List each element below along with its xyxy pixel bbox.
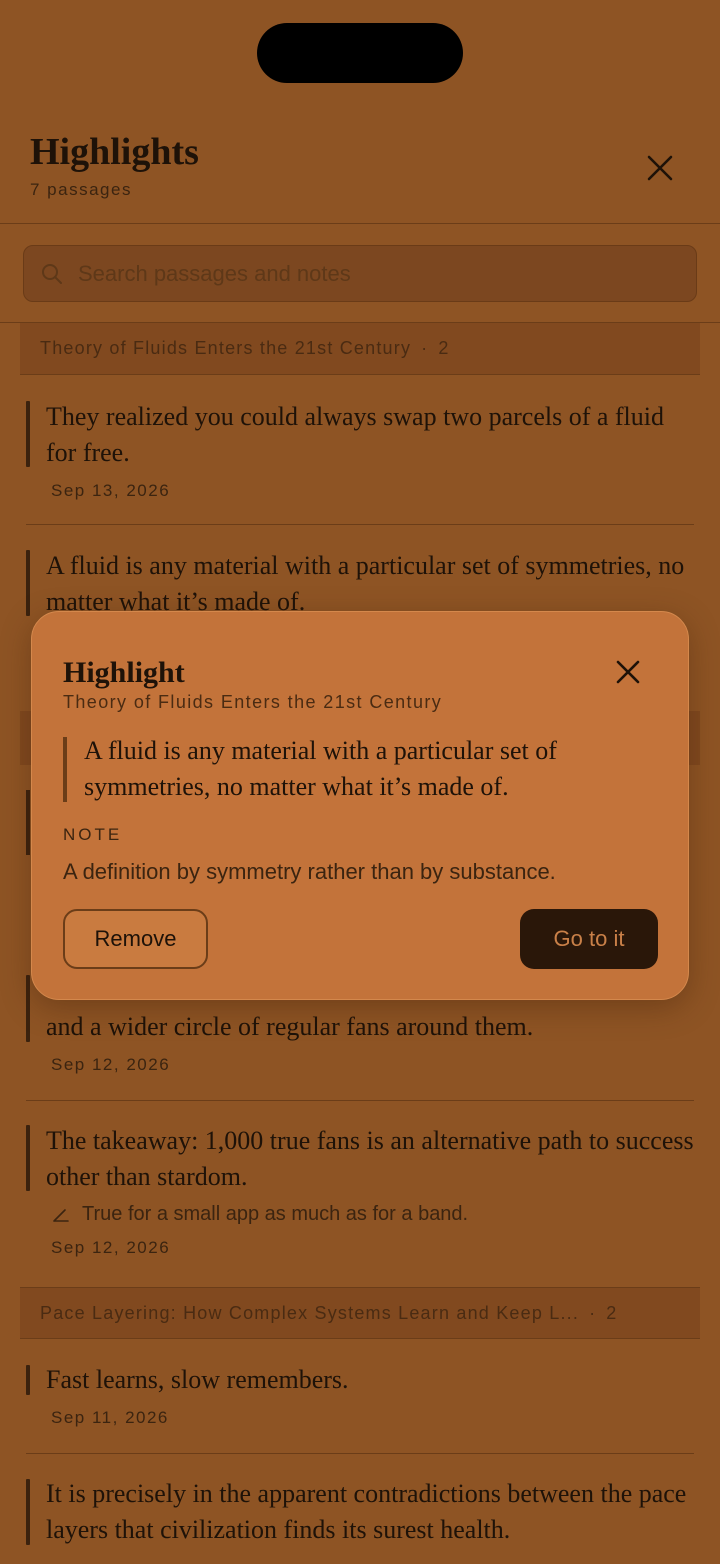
row-divider	[26, 1453, 694, 1454]
passage-item[interactable]: A fluid is any material with a particula…	[26, 548, 694, 620]
section-title: Pace Layering: How Complex Systems Learn…	[40, 1302, 580, 1323]
passage-date: Sep 11, 2026	[51, 1408, 169, 1427]
pencil-icon	[53, 1208, 69, 1222]
section-header: Theory of Fluids Enters the 21st Century…	[20, 323, 700, 375]
passage-item[interactable]: They realized you could always swap two …	[26, 399, 694, 501]
search-input[interactable]	[78, 246, 696, 301]
passage-note: True for a small app as much as for a ba…	[52, 1203, 694, 1226]
section-title: Theory of Fluids Enters the 21st Century	[40, 338, 412, 358]
modal-title: Highlight	[63, 656, 185, 689]
modal-quote: A fluid is any material with a particula…	[84, 736, 557, 801]
modal-note: A definition by symmetry rather than by …	[63, 859, 556, 884]
passage-date: Sep 12, 2026	[51, 1055, 171, 1074]
modal-source: Theory of Fluids Enters the 21st Century	[63, 692, 443, 712]
separator-dot: ·	[421, 338, 429, 358]
highlight-bar	[26, 1365, 30, 1395]
section-header-edge	[20, 711, 31, 765]
highlight-bar	[26, 1479, 30, 1545]
close-icon	[647, 155, 673, 181]
close-icon	[616, 660, 640, 684]
highlight-bar	[26, 790, 30, 855]
highlight-bar	[26, 1125, 30, 1191]
section-count: 2	[606, 1302, 618, 1323]
note-label: NOTE	[63, 825, 123, 844]
modal-close-button[interactable]	[608, 652, 648, 692]
passage-date: Sep 12, 2026	[51, 1238, 171, 1257]
highlight-bar	[26, 975, 30, 1042]
section-header: Pace Layering: How Complex Systems Learn…	[20, 1287, 700, 1339]
passage-item[interactable]: Fast learns, slow remembers. Sep 11, 202…	[26, 1362, 694, 1428]
passage-text: It is precisely in the apparent contradi…	[46, 1479, 687, 1544]
remove-button[interactable]: Remove	[63, 909, 208, 969]
passage-text: Fast learns, slow remembers.	[46, 1365, 349, 1394]
passage-text: They realized you could always swap two …	[46, 402, 665, 467]
search-bar[interactable]	[23, 245, 697, 302]
highlight-bar	[26, 550, 30, 616]
highlight-bar	[63, 737, 67, 802]
highlight-bar	[26, 401, 30, 467]
section-header-edge	[689, 711, 700, 765]
passage-date: Sep 13, 2026	[51, 481, 171, 500]
go-to-it-button[interactable]: Go to it	[520, 909, 658, 969]
row-divider	[26, 1100, 694, 1101]
section-count: 2	[438, 338, 450, 358]
search-icon	[42, 263, 62, 284]
passage-item[interactable]: It is precisely in the apparent contradi…	[26, 1476, 694, 1548]
passage-item[interactable]: The takeaway: 1,000 true fans is an alte…	[26, 1123, 694, 1258]
row-divider	[26, 524, 694, 525]
passage-count: 7 passages	[30, 180, 132, 199]
separator-dot: ·	[589, 1302, 597, 1323]
close-button[interactable]	[640, 148, 680, 188]
passage-text: A fluid is any material with a particula…	[46, 551, 685, 616]
note-text: True for a small app as much as for a ba…	[82, 1203, 469, 1225]
passage-text: The takeaway: 1,000 true fans is an alte…	[46, 1126, 694, 1191]
highlight-modal: Highlight Theory of Fluids Enters the 21…	[31, 611, 689, 1000]
header: Highlights 7 passages	[0, 0, 720, 224]
header-divider	[0, 223, 720, 224]
page-title: Highlights	[30, 131, 199, 173]
